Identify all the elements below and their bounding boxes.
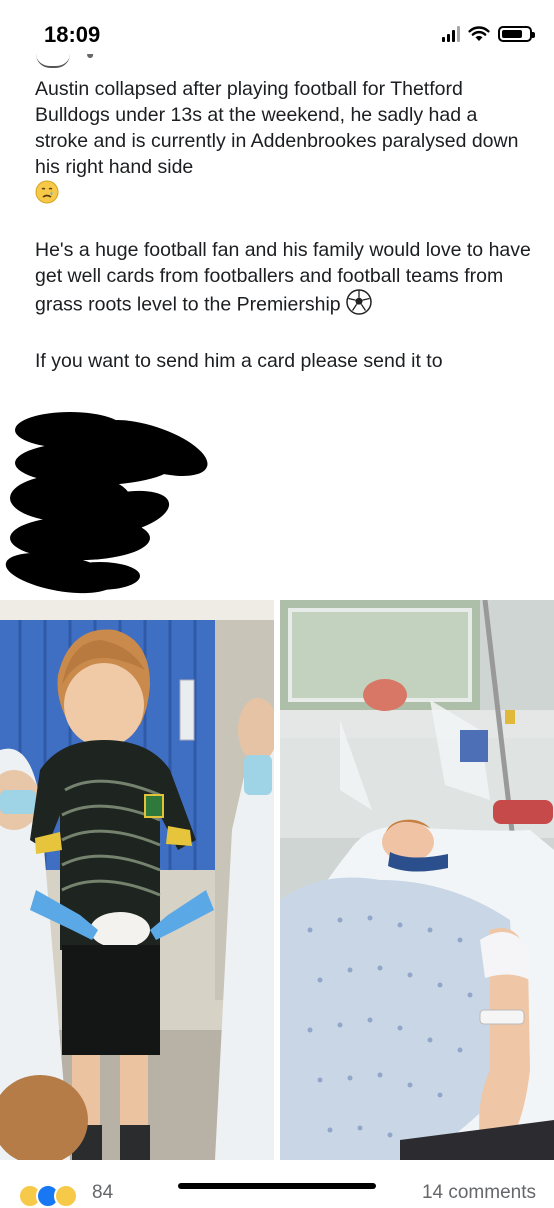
post-paragraph: If you want to send him a card please se…	[35, 348, 535, 374]
reaction-count[interactable]: 84	[92, 1182, 113, 1204]
paragraph-text: If you want to send him a card please se…	[35, 350, 443, 372]
comment-count[interactable]: 14 comments	[422, 1182, 536, 1204]
battery-icon	[498, 26, 535, 42]
post-paragraph: Austin collapsed after playing football …	[35, 76, 535, 211]
wifi-icon	[468, 26, 490, 41]
sad-reaction-icon	[54, 1184, 78, 1208]
photo-boy-in-hospital-bed[interactable]	[280, 600, 554, 1160]
post-photos[interactable]	[0, 600, 554, 1160]
home-indicator[interactable]	[178, 1183, 376, 1189]
status-time: 18:09	[44, 22, 101, 47]
post-text: Austin collapsed after playing football …	[35, 76, 535, 400]
battery-level	[502, 30, 522, 38]
post-header-partial: ●	[36, 54, 166, 74]
signal-icon	[442, 26, 460, 42]
reaction-icons[interactable]	[18, 1184, 78, 1208]
post-paragraph: He's a huge football fan and his family …	[35, 237, 535, 322]
redacted-address-scribble	[5, 412, 208, 594]
paragraph-text: He's a huge football fan and his family …	[35, 239, 531, 316]
paragraph-text: Austin collapsed after playing football …	[35, 78, 519, 178]
photo-boy-standing[interactable]	[0, 600, 274, 1160]
status-icons	[442, 26, 535, 42]
crying-face-icon	[35, 180, 59, 211]
avatar	[36, 54, 70, 68]
globe-icon: ●	[86, 54, 95, 62]
soccer-ball-icon	[346, 289, 372, 322]
